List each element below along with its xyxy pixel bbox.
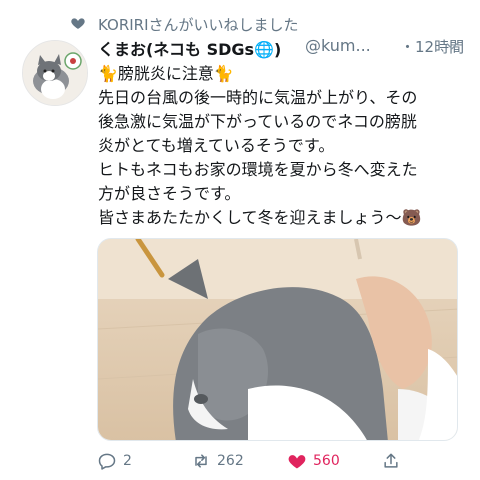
liked-by-text: KORIRIさんがいいねしました [98,16,299,34]
tweet-text-line: 後急激に気温が下がっているのでネコの膀胱 [98,112,417,131]
chevron-down-icon[interactable] [444,38,460,54]
reply-count: 2 [123,453,132,469]
tweet-action-bar: 2 262 560 [97,448,467,474]
like-count: 560 [313,453,340,469]
heart-filled-icon [288,455,306,469]
avatar[interactable] [22,40,88,106]
cat-photo-image [98,239,457,440]
display-name[interactable]: くまお(ネコも SDGs🌐) [98,36,281,60]
tweet-text-line: 炎がとても増えているそうです。 [98,136,335,155]
cat-avatar-image [23,41,87,105]
tweet-text-line: 皆さまあたたかくして冬を迎えましょう〜🐻 [98,208,422,227]
share-icon [384,453,398,468]
tweet-text-line: 方が良さそうです。 [98,184,241,203]
retweet-icon [195,454,207,468]
tweet-photo[interactable] [97,238,458,441]
share-button[interactable] [381,448,401,474]
user-handle[interactable]: @kum... [305,36,371,55]
like-button[interactable]: 560 [287,448,340,474]
tweet-text-line: 先日の台風の後一時的に気温が上がり、その [98,88,418,107]
retweet-count: 262 [217,453,244,469]
tweet-text-line: ヒトもネコもお家の環境を夏から冬へ変えた [98,160,418,179]
heart-icon [71,18,85,29]
reply-button[interactable]: 2 [97,448,132,474]
reply-icon [98,453,116,470]
retweet-button[interactable]: 262 [191,448,244,474]
tweet-text-line: 🐈膀胱炎に注意🐈 [98,64,234,83]
tweet-text: 🐈膀胱炎に注意🐈 先日の台風の後一時的に気温が上がり、その 後急激に気温が下がっ… [98,62,470,230]
tweet-header: くまお(ネコも SDGs🌐) @kum... ・12時間 [98,36,468,62]
